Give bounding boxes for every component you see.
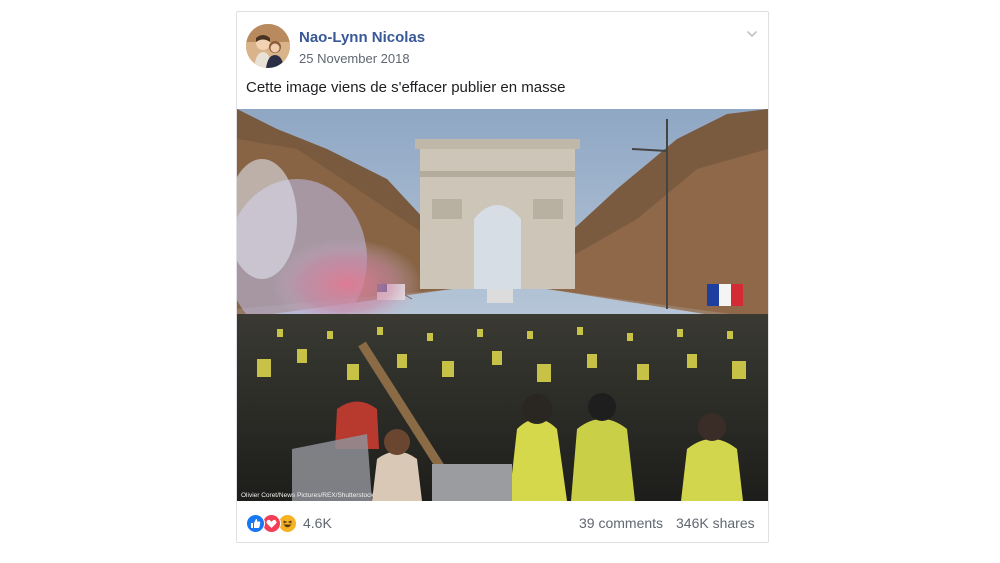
comments-count-link[interactable]: 39 comments: [579, 515, 663, 531]
protest-photo-illustration: [237, 109, 768, 501]
post-date[interactable]: 25 November 2018: [299, 51, 410, 66]
like-icon: [246, 514, 265, 533]
avatar[interactable]: [246, 24, 290, 68]
post-caption: Cette image viens de s'effacer publier e…: [246, 79, 566, 96]
post-footer: 4.6K 39 comments 346K shares: [237, 502, 768, 542]
post-options-chevron-icon[interactable]: [744, 26, 760, 42]
post-photo[interactable]: Olivier Coret/News Pictures/REX/Shutters…: [237, 109, 768, 501]
author-name[interactable]: Nao-Lynn Nicolas: [299, 29, 425, 46]
reactions-summary[interactable]: [246, 514, 298, 533]
post-card: Nao-Lynn Nicolas 25 November 2018 Cette …: [236, 11, 769, 543]
reaction-count[interactable]: 4.6K: [303, 515, 332, 531]
shares-count-link[interactable]: 346K shares: [676, 515, 755, 531]
avatar-image: [246, 24, 290, 68]
photo-credit: Olivier Coret/News Pictures/REX/Shutters…: [241, 492, 374, 499]
